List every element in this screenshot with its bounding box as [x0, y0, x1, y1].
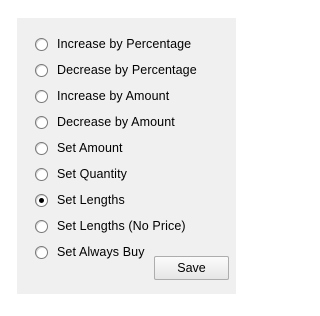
update-options-panel: Increase by Percentage Decrease by Perce… — [17, 18, 236, 294]
radio-button[interactable] — [35, 141, 48, 155]
radio-option-label: Set Always Buy — [57, 245, 145, 259]
radio-button[interactable] — [35, 193, 48, 207]
radio-button[interactable] — [35, 63, 48, 77]
radio-button[interactable] — [35, 115, 48, 129]
radio-option-label: Increase by Amount — [57, 89, 170, 103]
radio-option-list: Increase by Percentage Decrease by Perce… — [35, 31, 197, 265]
radio-button[interactable] — [35, 89, 48, 103]
radio-option-increase-by-amount[interactable]: Increase by Amount — [35, 83, 197, 109]
radio-option-set-quantity[interactable]: Set Quantity — [35, 161, 197, 187]
radio-option-label: Set Lengths — [57, 193, 125, 207]
radio-option-set-amount[interactable]: Set Amount — [35, 135, 197, 161]
radio-option-decrease-by-percentage[interactable]: Decrease by Percentage — [35, 57, 197, 83]
radio-button[interactable] — [35, 167, 48, 181]
radio-option-increase-by-percentage[interactable]: Increase by Percentage — [35, 31, 197, 57]
radio-option-label: Set Quantity — [57, 167, 127, 181]
radio-option-set-lengths-no-price[interactable]: Set Lengths (No Price) — [35, 213, 197, 239]
radio-button[interactable] — [35, 245, 48, 259]
radio-option-label: Set Lengths (No Price) — [57, 219, 186, 233]
radio-option-set-lengths[interactable]: Set Lengths — [35, 187, 197, 213]
save-button[interactable]: Save — [154, 256, 229, 280]
radio-option-label: Decrease by Percentage — [57, 63, 197, 77]
radio-option-label: Decrease by Amount — [57, 115, 175, 129]
radio-button[interactable] — [35, 219, 48, 233]
radio-option-decrease-by-amount[interactable]: Decrease by Amount — [35, 109, 197, 135]
radio-button[interactable] — [35, 37, 48, 51]
radio-option-label: Set Amount — [57, 141, 123, 155]
radio-option-label: Increase by Percentage — [57, 37, 192, 51]
